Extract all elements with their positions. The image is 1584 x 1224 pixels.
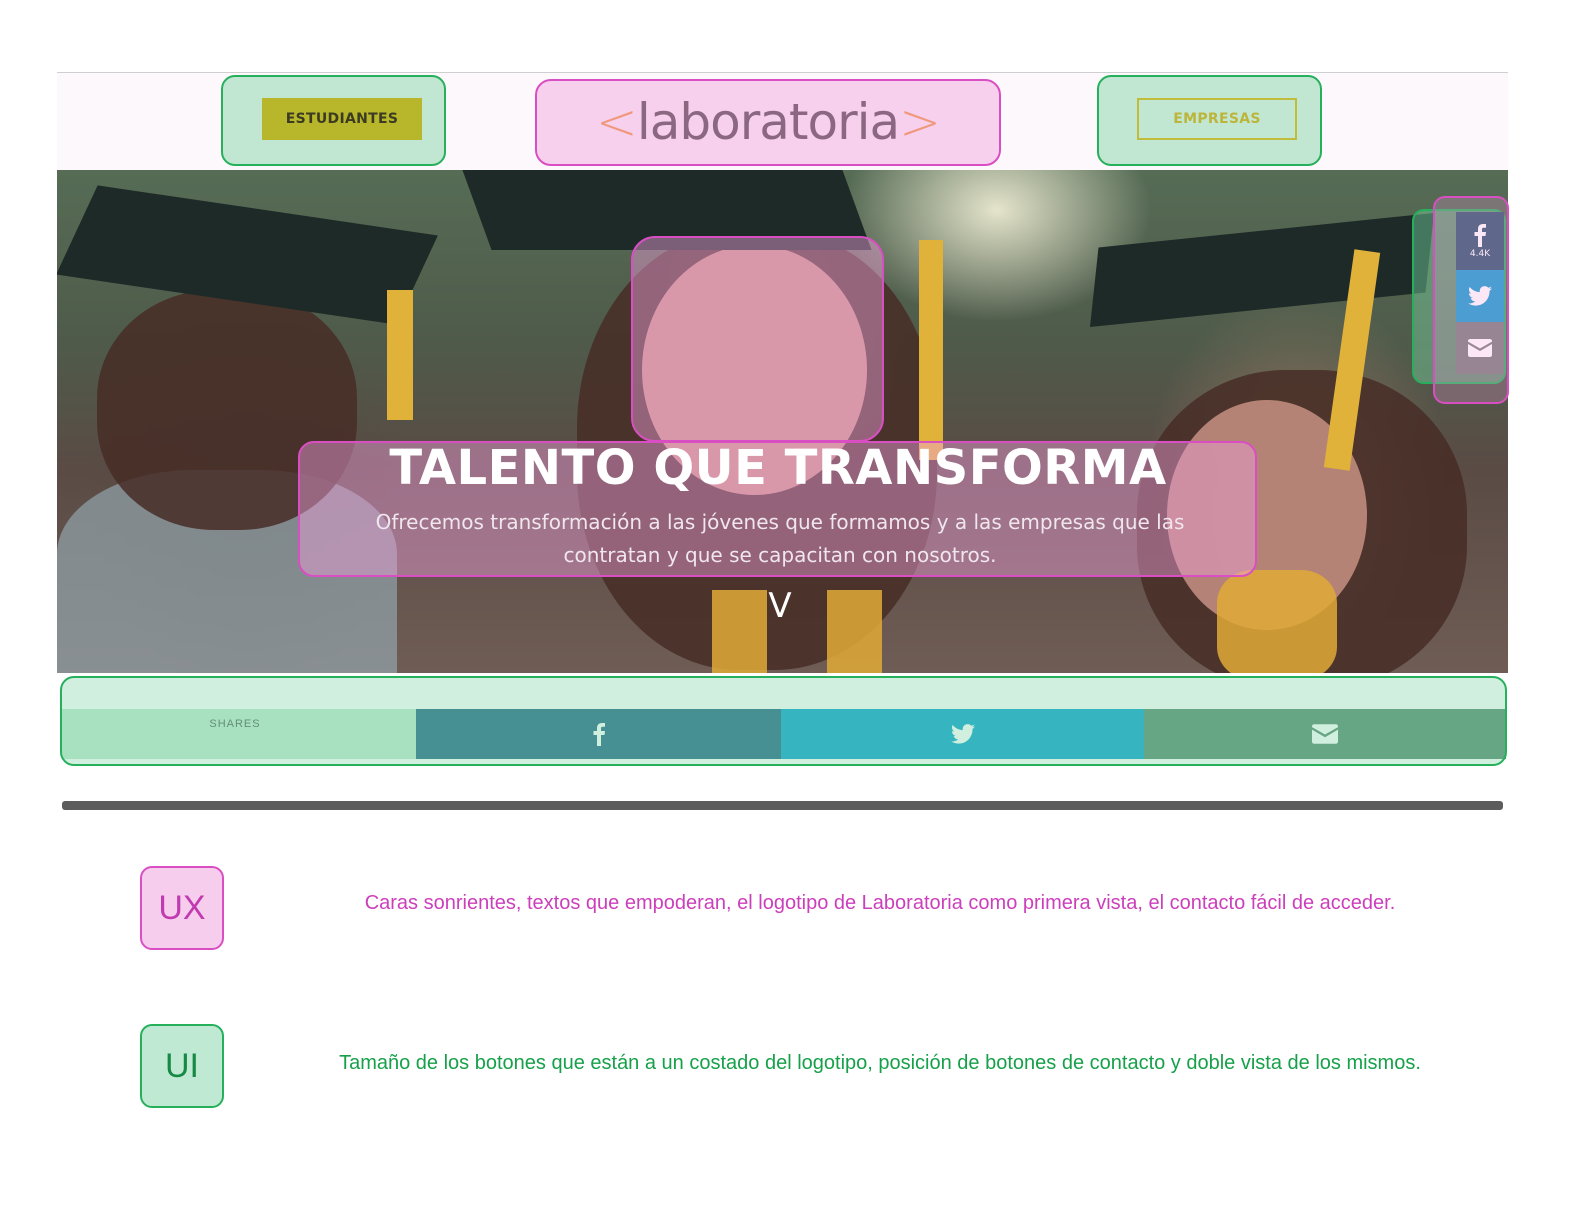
hero-photo-shape bbox=[1217, 570, 1337, 673]
ux-tag: UX bbox=[140, 866, 224, 950]
hero-photo-shape bbox=[712, 590, 767, 673]
hero-photo-shape bbox=[827, 590, 882, 673]
scroll-down-icon[interactable]: V bbox=[760, 586, 800, 626]
hero-title: TALENTO QUE TRANSFORMA bbox=[389, 440, 1167, 496]
ux-description: Caras sonrientes, textos que empoderan, … bbox=[364, 892, 1396, 914]
students-button[interactable]: ESTUDIANTES bbox=[262, 98, 422, 140]
ui-tag: UI bbox=[140, 1024, 224, 1108]
ui-description: Tamaño de los botones que están a un cos… bbox=[339, 1052, 1421, 1074]
hero-subtitle: Ofrecemos transformación a las jóvenes q… bbox=[375, 510, 1185, 567]
ui-annotation-share-bar bbox=[60, 676, 1507, 766]
hero-photo-shape bbox=[919, 240, 943, 460]
ux-annotation-logo bbox=[535, 79, 1001, 166]
hero-photo-shape bbox=[387, 290, 413, 420]
ux-annotation-smiling-face bbox=[631, 236, 884, 442]
hero-photo-shape bbox=[1089, 212, 1435, 328]
ux-annotation-side-share bbox=[1433, 196, 1509, 404]
companies-button[interactable]: EMPRESAS bbox=[1137, 98, 1297, 140]
section-divider bbox=[62, 801, 1503, 810]
